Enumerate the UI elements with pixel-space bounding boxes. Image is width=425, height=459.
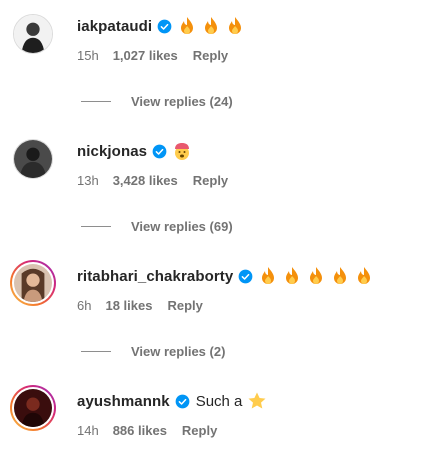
fire-emoji-icon bbox=[334, 267, 347, 284]
reply-button[interactable]: Reply bbox=[193, 173, 228, 188]
comment-time: 6h bbox=[77, 298, 92, 313]
reply-button[interactable]: Reply bbox=[193, 48, 228, 63]
avatar[interactable] bbox=[10, 385, 56, 431]
username[interactable]: ritabhari_chakraborty bbox=[77, 268, 233, 285]
username[interactable]: nickjonas bbox=[77, 143, 147, 160]
like-count[interactable]: 1,027 likes bbox=[113, 48, 178, 63]
fire-emoji-icon bbox=[286, 267, 299, 284]
view-replies-button[interactable]: View replies (24) bbox=[81, 94, 233, 109]
replies-divider bbox=[81, 101, 111, 102]
fire-emoji-icon bbox=[358, 267, 371, 284]
comment-time: 15h bbox=[77, 48, 99, 63]
fire-emoji-icon bbox=[262, 267, 275, 284]
verified-badge-icon bbox=[238, 269, 253, 283]
avatar-image bbox=[14, 264, 52, 302]
view-replies-label: View replies (24) bbox=[131, 94, 233, 109]
fire-emoji-icon bbox=[181, 17, 194, 34]
like-count[interactable]: 18 likes bbox=[105, 298, 152, 313]
avatar[interactable] bbox=[13, 14, 53, 54]
fire-emoji-icon bbox=[310, 267, 323, 284]
replies-divider bbox=[81, 351, 111, 352]
like-count[interactable]: 886 likes bbox=[113, 423, 167, 438]
avatar-image bbox=[14, 140, 52, 178]
comment-time: 14h bbox=[77, 423, 99, 438]
fire-emoji-icon bbox=[229, 17, 242, 34]
comment-text: Such a bbox=[195, 392, 243, 410]
username[interactable]: ayushmannk bbox=[77, 393, 170, 410]
view-replies-label: View replies (2) bbox=[131, 344, 226, 359]
exploding-head-emoji-icon bbox=[175, 143, 190, 160]
verified-badge-icon bbox=[175, 394, 190, 408]
avatar[interactable] bbox=[10, 260, 56, 306]
replies-divider bbox=[81, 226, 111, 227]
verified-badge-icon bbox=[152, 144, 167, 158]
view-replies-button[interactable]: View replies (69) bbox=[81, 219, 233, 234]
reply-button[interactable]: Reply bbox=[167, 298, 202, 313]
verified-badge-icon bbox=[157, 19, 172, 33]
reply-button[interactable]: Reply bbox=[182, 423, 217, 438]
like-count[interactable]: 3,428 likes bbox=[113, 173, 178, 188]
view-replies-label: View replies (69) bbox=[131, 219, 233, 234]
fire-emoji-icon bbox=[205, 17, 218, 34]
avatar-image bbox=[14, 15, 52, 53]
avatar[interactable] bbox=[13, 139, 53, 179]
comment-time: 13h bbox=[77, 173, 99, 188]
view-replies-button[interactable]: View replies (2) bbox=[81, 344, 225, 359]
username[interactable]: iakpataudi bbox=[77, 18, 152, 35]
star-emoji-icon bbox=[248, 392, 266, 409]
avatar-image bbox=[14, 389, 52, 427]
